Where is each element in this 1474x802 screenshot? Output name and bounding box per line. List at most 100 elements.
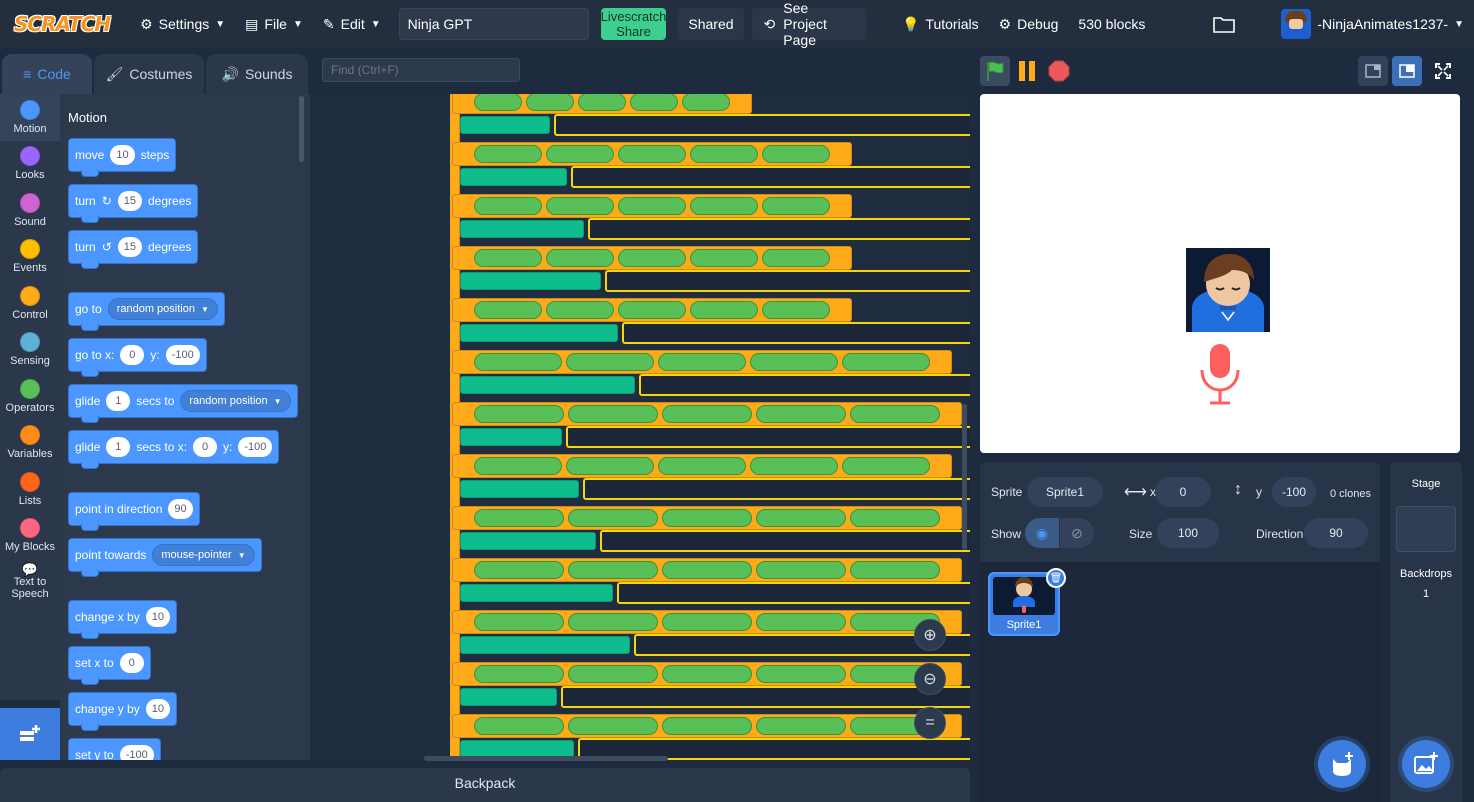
and-condition[interactable] — [474, 145, 542, 163]
target-dropdown[interactable]: mouse-pointer ▼ — [152, 544, 255, 566]
code-workspace[interactable]: ⊕ ⊖ = — [310, 94, 970, 760]
block-set-x[interactable]: set x to 0 — [68, 646, 151, 685]
category-my-blocks[interactable]: My Blocks — [0, 513, 60, 560]
zoom-reset-button[interactable]: = — [914, 707, 946, 739]
and-condition[interactable] — [568, 717, 658, 735]
and-condition[interactable] — [618, 145, 686, 163]
and-condition[interactable] — [756, 717, 846, 735]
number-input[interactable]: 1 — [106, 437, 131, 457]
and-condition[interactable] — [658, 353, 746, 371]
speak-block[interactable] — [460, 636, 630, 654]
and-condition[interactable] — [566, 353, 654, 371]
number-input[interactable]: 1 — [106, 391, 131, 411]
and-condition[interactable] — [756, 665, 846, 683]
speak-block[interactable] — [460, 220, 584, 238]
and-condition[interactable] — [762, 145, 830, 163]
and-condition[interactable] — [546, 145, 614, 163]
and-condition[interactable] — [662, 665, 752, 683]
scratch-logo[interactable]: SCRATCH — [14, 12, 111, 36]
number-input[interactable]: 10 — [145, 607, 170, 627]
and-condition[interactable] — [546, 197, 614, 215]
shared-button[interactable]: Shared — [678, 8, 744, 40]
tab-sounds[interactable]: 🔊 Sounds — [206, 54, 308, 94]
and-condition[interactable] — [750, 353, 838, 371]
show-visible-button[interactable]: ◉ — [1025, 518, 1059, 548]
and-condition[interactable] — [756, 613, 846, 631]
zoom-out-button[interactable]: ⊖ — [914, 663, 946, 695]
category-sensing[interactable]: Sensing — [0, 327, 60, 374]
speak-block[interactable] — [460, 584, 613, 602]
and-condition[interactable] — [546, 249, 614, 267]
and-condition[interactable] — [526, 94, 574, 111]
block-turn-right[interactable]: turn ↻ 15 degrees — [68, 184, 199, 223]
speak-block[interactable] — [460, 324, 618, 342]
speak-block[interactable] — [460, 168, 567, 186]
tab-costumes[interactable]: 🖌 Costumes — [94, 54, 204, 94]
and-condition[interactable] — [474, 665, 564, 683]
fullscreen-button[interactable] — [1428, 56, 1458, 86]
and-condition[interactable] — [618, 301, 686, 319]
and-condition[interactable] — [568, 561, 658, 579]
zoom-in-button[interactable]: ⊕ — [914, 619, 946, 651]
pause-button[interactable] — [1012, 56, 1042, 86]
and-condition[interactable] — [750, 457, 838, 475]
number-input[interactable]: 0 — [193, 437, 218, 457]
settings-menu[interactable]: ⚙ Settings ▼ — [130, 0, 235, 48]
speak-block[interactable] — [460, 688, 557, 706]
add-extension-button[interactable] — [0, 708, 60, 760]
and-condition[interactable] — [662, 509, 752, 527]
and-condition[interactable] — [474, 717, 564, 735]
number-input[interactable]: 90 — [168, 499, 193, 519]
speak-block[interactable] — [460, 272, 601, 290]
category-lists[interactable]: Lists — [0, 466, 60, 513]
livescratch-share-button[interactable]: Livescratch Share — [600, 8, 667, 40]
stage-canvas[interactable] — [980, 94, 1460, 453]
and-condition[interactable] — [474, 249, 542, 267]
block-change-y[interactable]: change y by 10 — [68, 692, 177, 731]
script-stack[interactable] — [450, 94, 970, 760]
number-input[interactable]: 10 — [145, 699, 170, 719]
and-condition[interactable] — [756, 509, 846, 527]
sprite-character[interactable] — [1186, 248, 1270, 332]
and-condition[interactable] — [762, 301, 830, 319]
project-title-input[interactable] — [398, 8, 589, 40]
speak-block[interactable] — [460, 480, 579, 498]
account-menu[interactable]: -NinjaAnimates1237- ▼ — [1271, 0, 1474, 48]
and-condition[interactable] — [662, 561, 752, 579]
and-condition[interactable] — [474, 197, 542, 215]
choose-sprite-button[interactable] — [1318, 740, 1366, 788]
and-condition[interactable] — [850, 509, 940, 527]
normal-stage-button[interactable] — [1392, 56, 1422, 86]
and-condition[interactable] — [690, 249, 758, 267]
and-condition[interactable] — [474, 94, 522, 111]
and-condition[interactable] — [662, 717, 752, 735]
block-turn-left[interactable]: turn ↺ 15 degrees — [68, 230, 199, 269]
and-condition[interactable] — [568, 613, 658, 631]
debug-button[interactable]: ⚙ Debug — [989, 0, 1069, 48]
and-condition[interactable] — [546, 301, 614, 319]
and-condition[interactable] — [618, 249, 686, 267]
choose-backdrop-button[interactable] — [1402, 740, 1450, 788]
speak-block[interactable] — [460, 376, 635, 394]
and-condition[interactable] — [474, 353, 562, 371]
see-project-page-button[interactable]: ⟲ See Project Page — [751, 0, 866, 48]
and-condition[interactable] — [690, 301, 758, 319]
and-condition[interactable] — [566, 457, 654, 475]
number-input[interactable]: 15 — [117, 237, 142, 257]
and-condition[interactable] — [578, 94, 626, 111]
number-input[interactable]: -100 — [119, 745, 154, 760]
palette-scrollbar[interactable] — [299, 96, 304, 162]
and-condition[interactable] — [658, 457, 746, 475]
number-input[interactable]: -100 — [165, 345, 200, 365]
and-condition[interactable] — [630, 94, 678, 111]
direction-input[interactable]: 90 — [1304, 518, 1368, 548]
and-condition[interactable] — [842, 353, 930, 371]
and-condition[interactable] — [850, 561, 940, 579]
number-input[interactable]: 15 — [117, 191, 142, 211]
block-go-to[interactable]: go to random position ▼ — [68, 292, 225, 331]
sprite-thumbnail[interactable]: Sprite1 🗑 — [988, 568, 1066, 636]
small-stage-button[interactable] — [1358, 56, 1388, 86]
number-input[interactable]: 0 — [119, 653, 144, 673]
and-condition[interactable] — [474, 509, 564, 527]
and-condition[interactable] — [662, 405, 752, 423]
